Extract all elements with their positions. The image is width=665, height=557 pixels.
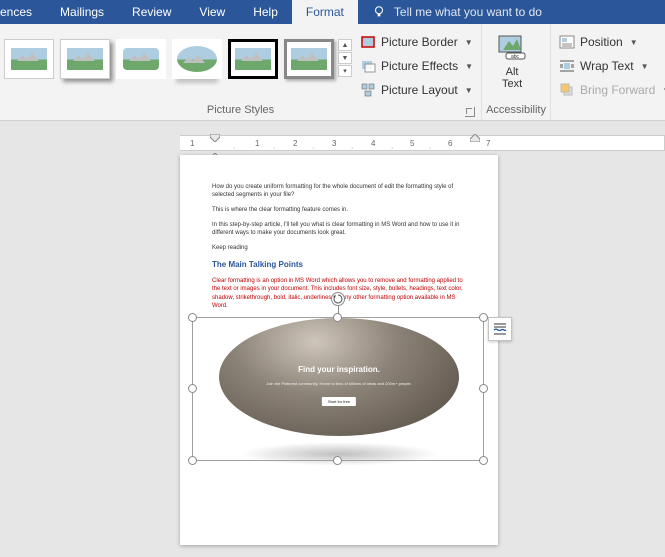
doc-paragraph: This is where the clear formatting featu… bbox=[212, 206, 466, 214]
picture-border-icon bbox=[360, 34, 376, 50]
style-compound-frame[interactable] bbox=[284, 39, 334, 79]
layout-options-icon bbox=[492, 321, 508, 337]
chevron-down-icon: ▼ bbox=[641, 62, 649, 71]
doc-paragraph: In this step-by-step article, I'll tell … bbox=[212, 221, 466, 237]
group-arrange: Position ▼ Wrap Text ▼ Bring Forward ▼ bbox=[551, 24, 665, 120]
wrap-text-icon bbox=[559, 58, 575, 74]
style-drop-shadow[interactable] bbox=[60, 39, 110, 79]
document-page[interactable]: How do you create uniform formatting for… bbox=[180, 155, 498, 545]
style-simple-frame[interactable] bbox=[4, 39, 54, 79]
gallery-scroll-down[interactable]: ▼ bbox=[338, 52, 352, 64]
chevron-down-icon: ▼ bbox=[465, 62, 473, 71]
first-line-indent-marker[interactable] bbox=[210, 134, 220, 152]
position-button[interactable]: Position ▼ bbox=[555, 31, 665, 53]
dialog-launcher-picture-styles[interactable] bbox=[465, 107, 475, 117]
tab-view[interactable]: View bbox=[185, 0, 239, 24]
tell-me-search[interactable]: Tell me what you want to do bbox=[358, 0, 542, 24]
picture-effects-button[interactable]: Picture Effects ▼ bbox=[356, 55, 477, 77]
bring-forward-button[interactable]: Bring Forward ▼ bbox=[555, 79, 665, 101]
group-label-picture-styles: Picture Styles bbox=[4, 102, 477, 120]
tell-me-text: Tell me what you want to do bbox=[394, 5, 542, 19]
tab-format[interactable]: Format bbox=[292, 0, 358, 24]
inserted-picture[interactable]: Find your inspiration. Join the Pinteres… bbox=[212, 318, 466, 466]
doc-paragraph: How do you create uniform formatting for… bbox=[212, 183, 466, 199]
chevron-down-icon: ▼ bbox=[630, 38, 638, 47]
doc-heading: The Main Talking Points bbox=[212, 260, 466, 271]
tab-mailings[interactable]: Mailings bbox=[46, 0, 118, 24]
gallery-scroll-up[interactable]: ▲ bbox=[338, 39, 352, 51]
doc-red-paragraph: Clear formatting is an option in MS Word… bbox=[212, 277, 466, 309]
alt-text-icon: abc bbox=[496, 31, 528, 63]
lightbulb-icon bbox=[372, 5, 386, 19]
layout-options-button[interactable] bbox=[488, 317, 512, 341]
style-thick-black-frame[interactable] bbox=[228, 39, 278, 79]
picture-shadow bbox=[239, 442, 439, 466]
wrap-text-button[interactable]: Wrap Text ▼ bbox=[555, 55, 665, 77]
style-rounded[interactable] bbox=[116, 39, 166, 79]
doc-paragraph: Keep reading bbox=[212, 244, 466, 252]
tab-help[interactable]: Help bbox=[239, 0, 292, 24]
horizontal-ruler[interactable]: 1 · 1 · 2 · 3 · 4 · 5 · 6 7 bbox=[180, 135, 665, 151]
group-picture-styles: ▲ ▼ ▾ Picture Border ▼ Picture Effects ▼… bbox=[0, 24, 482, 120]
picture-inner-button: Start for free bbox=[322, 397, 356, 406]
picture-border-button[interactable]: Picture Border ▼ bbox=[356, 31, 477, 53]
ribbon: ▲ ▼ ▾ Picture Border ▼ Picture Effects ▼… bbox=[0, 24, 665, 121]
tab-review[interactable]: Review bbox=[118, 0, 185, 24]
style-soft-edge-oval[interactable] bbox=[172, 39, 222, 79]
position-icon bbox=[559, 34, 575, 50]
picture-subtext: Join the Pinterest community. Home to te… bbox=[219, 381, 459, 386]
picture-effects-icon bbox=[360, 58, 376, 74]
group-accessibility: abc Alt Text Accessibility bbox=[482, 24, 551, 120]
picture-caption: Find your inspiration. bbox=[219, 365, 459, 376]
document-canvas: 1 · 1 · 2 · 3 · 4 · 5 · 6 7 How do you c… bbox=[0, 121, 665, 557]
alt-text-button[interactable]: abc Alt Text bbox=[486, 27, 538, 90]
right-indent-marker[interactable] bbox=[470, 134, 480, 152]
gallery-scroll: ▲ ▼ ▾ bbox=[338, 39, 352, 77]
gallery-expand[interactable]: ▾ bbox=[338, 65, 352, 77]
picture-layout-button[interactable]: Picture Layout ▼ bbox=[356, 79, 477, 101]
group-label-accessibility: Accessibility bbox=[486, 102, 546, 120]
ribbon-tabs: ences Mailings Review View Help Format T… bbox=[0, 0, 665, 24]
picture-layout-icon bbox=[360, 82, 376, 98]
group-label-arrange: Arran bbox=[555, 102, 665, 120]
alt-text-label: Alt Text bbox=[502, 66, 522, 90]
chevron-down-icon: ▼ bbox=[465, 38, 473, 47]
bring-forward-icon bbox=[559, 82, 575, 98]
svg-text:abc: abc bbox=[511, 54, 520, 60]
picture-styles-gallery bbox=[4, 27, 334, 79]
chevron-down-icon: ▼ bbox=[465, 86, 473, 95]
tab-references[interactable]: ences bbox=[0, 0, 46, 24]
